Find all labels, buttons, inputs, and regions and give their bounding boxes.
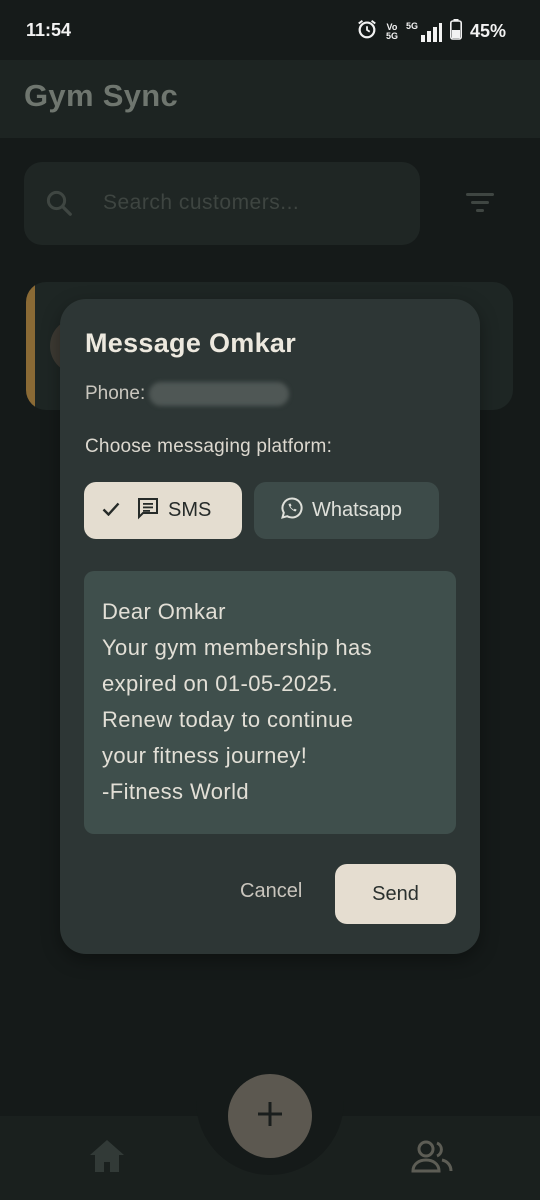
app-bar: Gym Sync	[0, 60, 540, 138]
message-text-area[interactable]: Dear Omkar Your gym membership has expir…	[84, 571, 456, 834]
message-line: Your gym membership has	[102, 635, 373, 660]
message-line: -Fitness World	[102, 779, 249, 804]
cancel-button[interactable]: Cancel	[240, 880, 302, 903]
card-status-accent	[26, 282, 35, 410]
whatsapp-chip[interactable]: Whatsapp	[254, 482, 439, 539]
sms-chip[interactable]: SMS	[84, 482, 242, 539]
sms-chip-label: SMS	[168, 499, 212, 521]
phone-row: Phone:	[85, 382, 290, 406]
search-icon	[44, 188, 74, 223]
message-line: your fitness journey!	[102, 743, 308, 768]
plus-icon	[256, 1100, 284, 1133]
signal-icon: 5G	[406, 21, 442, 42]
battery-icon	[449, 18, 462, 45]
search-placeholder: Search customers...	[103, 191, 300, 214]
people-icon[interactable]	[410, 1140, 454, 1179]
check-icon	[102, 499, 120, 522]
message-line: Dear Omkar	[102, 599, 226, 624]
home-icon[interactable]	[88, 1138, 126, 1179]
sms-icon	[136, 496, 160, 526]
status-time: 11:54	[26, 20, 72, 40]
send-button[interactable]: Send	[335, 864, 456, 924]
alarm-icon	[356, 18, 378, 45]
message-line: Renew today to continue	[102, 707, 354, 732]
phone-label: Phone:	[85, 383, 146, 404]
filter-icon[interactable]	[464, 190, 496, 221]
status-icons: Vo 5G 5G 45%	[356, 18, 506, 45]
status-bar: 11:54 Vo 5G 5G 45%	[0, 0, 540, 60]
message-dialog: Message Omkar Phone: Choose messaging pl…	[60, 299, 480, 954]
whatsapp-icon	[280, 496, 304, 526]
volte-icon: Vo 5G	[385, 21, 398, 41]
search-input[interactable]: Search customers...	[24, 162, 420, 245]
phone-number-redacted	[149, 382, 290, 406]
app-title: Gym Sync	[24, 78, 179, 113]
message-line: expired on 01-05-2025.	[102, 671, 339, 696]
battery-percent: 45%	[469, 21, 506, 41]
platform-label: Choose messaging platform:	[85, 436, 333, 457]
whatsapp-chip-label: Whatsapp	[312, 499, 403, 521]
add-customer-button[interactable]	[228, 1074, 312, 1158]
dialog-title: Message Omkar	[85, 328, 297, 358]
